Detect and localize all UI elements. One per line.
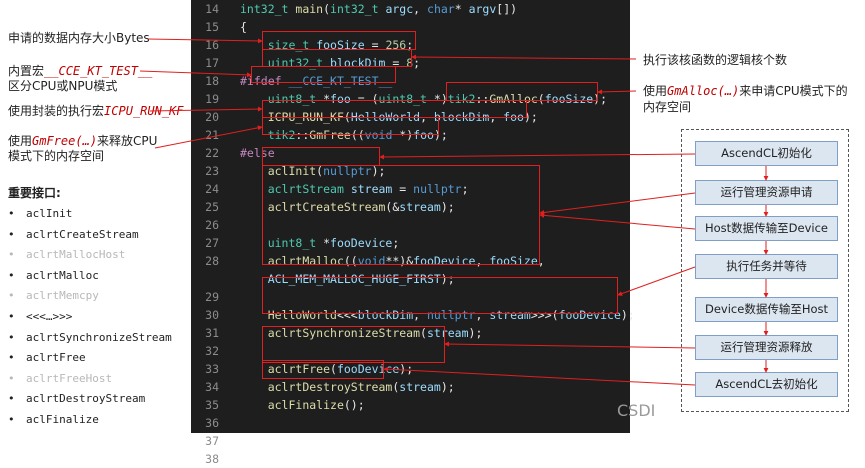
arrow-finalize <box>383 366 696 386</box>
arrow-note1 <box>147 38 263 44</box>
arrow-exec <box>617 266 696 296</box>
arrow-init <box>379 153 696 160</box>
arrow-note3 <box>149 106 263 112</box>
arrow-note2 <box>139 70 252 78</box>
arrow-alloc <box>539 192 696 215</box>
line-number: 37 <box>205 434 219 448</box>
arrow-release <box>444 341 696 349</box>
arrow-logic-cores <box>411 54 637 60</box>
arrow-h2d <box>539 212 696 230</box>
line-number: 38 <box>205 452 219 466</box>
arrow-gmalloc <box>597 89 637 95</box>
connector-layer <box>139 38 769 386</box>
arrow-note4 <box>154 125 263 149</box>
